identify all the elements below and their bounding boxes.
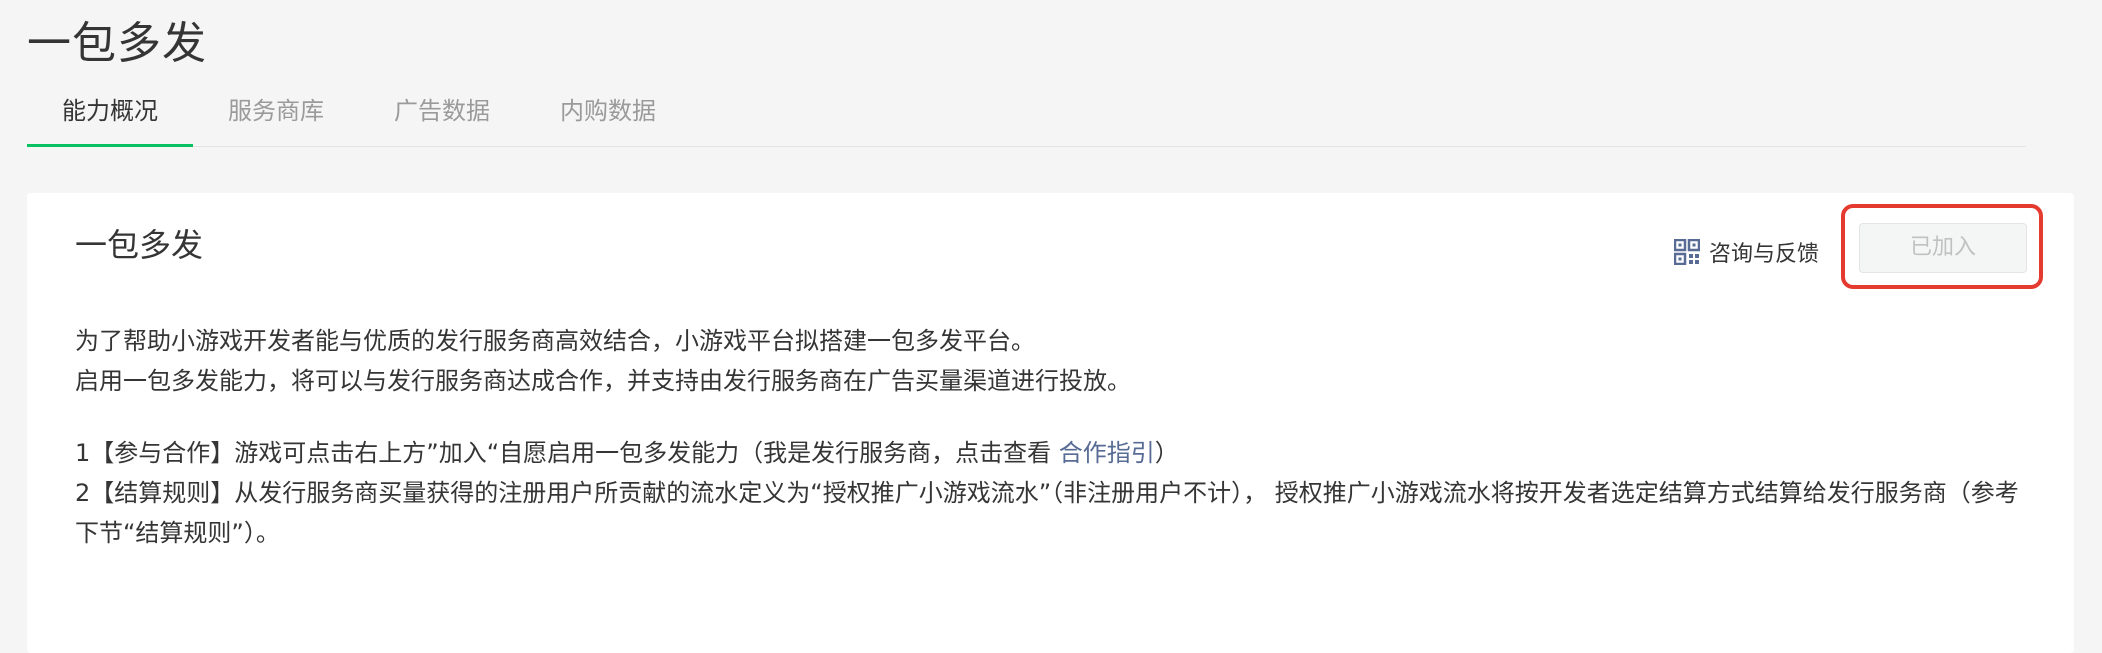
- tab-bar: 能力概况 服务商库 广告数据 内购数据: [27, 86, 2026, 147]
- joined-button[interactable]: 已加入: [1859, 223, 2027, 273]
- rule-2: 2【结算规则】从发行服务商买量获得的注册用户所贡献的流水定义为“授权推广小游戏流…: [75, 479, 2019, 547]
- rule-1: 1【参与合作】游戏可点击右上方”加入“自愿启用一包多发能力（我是发行服务商，点击…: [75, 433, 1179, 473]
- rule-1-text: 1【参与合作】游戏可点击右上方”加入“自愿启用一包多发能力（我是发行服务商，点击…: [75, 439, 1059, 467]
- intro-line-1: 为了帮助小游戏开发者能与优质的发行服务商高效结合，小游戏平台拟搭建一包多发平台。: [75, 327, 1035, 355]
- overview-card: 一包多发 咨询与反馈 已加入 为了帮助小游戏开发者能与优质的发行服务商高效结合，…: [27, 193, 2074, 653]
- tab-overview[interactable]: 能力概况: [27, 86, 193, 146]
- tab-ad-data[interactable]: 广告数据: [359, 86, 525, 146]
- tab-service-provider-library[interactable]: 服务商库: [193, 86, 359, 146]
- cooperation-guide-link[interactable]: 合作指引: [1059, 439, 1155, 467]
- qr-code-icon: [1673, 238, 1701, 266]
- feedback-label: 咨询与反馈: [1709, 242, 1820, 267]
- card-title: 一包多发: [75, 226, 204, 264]
- feedback-link[interactable]: 咨询与反馈: [1673, 237, 1820, 267]
- intro-line-2: 启用一包多发能力，将可以与发行服务商达成合作，并支持由发行服务商在广告买量渠道进…: [75, 367, 1131, 395]
- tab-active-underline: [27, 144, 193, 147]
- rule-1-end: ）: [1154, 439, 1179, 467]
- tab-in-app-purchase-data[interactable]: 内购数据: [525, 86, 691, 146]
- page-title: 一包多发: [27, 18, 207, 69]
